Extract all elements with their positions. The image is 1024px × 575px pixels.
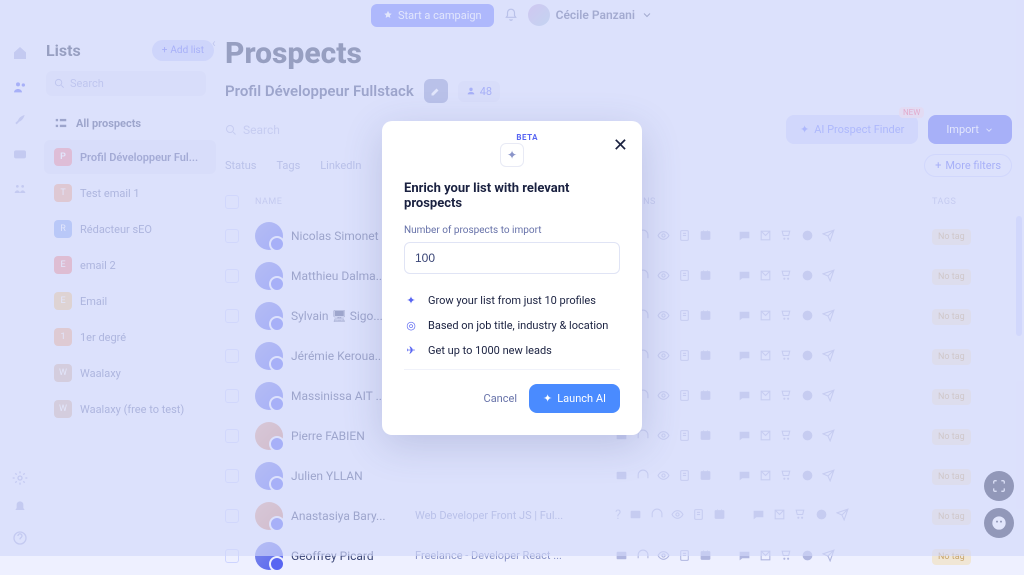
beta-badge: BETA [516, 133, 538, 142]
prospects-count-input[interactable] [404, 242, 620, 274]
benefit-text: Based on job title, industry & location [428, 319, 608, 332]
modal-title: Enrich your list with relevant prospects [404, 181, 620, 211]
launch-label: Launch AI [557, 392, 606, 405]
launch-ai-button[interactable]: ✦ Launch AI [529, 384, 620, 413]
modal-overlay: ✕ BETA ✦ Enrich your list with relevant … [0, 0, 1024, 556]
benefit-item: ◎ Based on job title, industry & location [404, 319, 620, 332]
sparkle-icon: ✦ [543, 392, 552, 405]
benefit-item: ✈ Get up to 1000 new leads [404, 344, 620, 357]
sparkle-icon: ✦ [500, 143, 524, 167]
benefit-icon: ✦ [404, 294, 418, 307]
benefit-icon: ✈ [404, 344, 418, 357]
cancel-button[interactable]: Cancel [484, 392, 517, 405]
benefit-text: Grow your list from just 10 profiles [428, 294, 596, 307]
benefit-icon: ◎ [404, 319, 418, 332]
ai-enrich-modal: ✕ BETA ✦ Enrich your list with relevant … [382, 121, 642, 435]
input-label: Number of prospects to import [404, 225, 620, 236]
benefit-item: ✦ Grow your list from just 10 profiles [404, 294, 620, 307]
benefit-text: Get up to 1000 new leads [428, 344, 552, 357]
